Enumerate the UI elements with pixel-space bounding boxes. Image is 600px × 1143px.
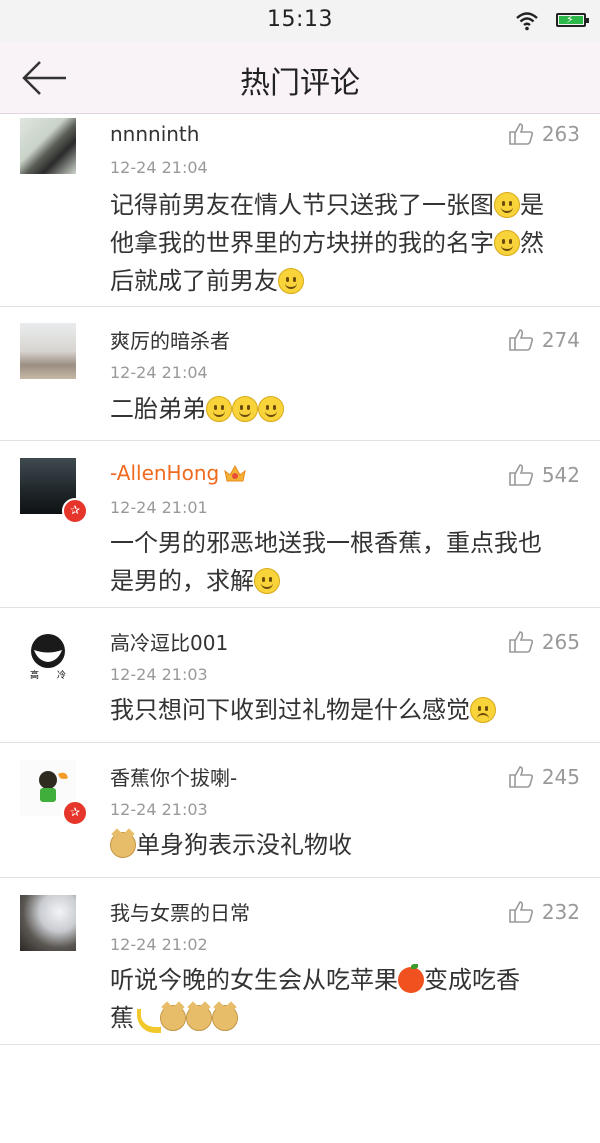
comment-time: 12-24 21:04: [110, 158, 208, 177]
comment-item: 高 冷 高冷逗比001 12-24 21:03 265 我只想问下收到过礼物是什…: [0, 608, 600, 743]
thumbs-up-icon: [509, 464, 533, 486]
comment-item: ✰ -AllenHong 12-24 21:01 542 一个男的邪恶地送我一根…: [0, 441, 600, 608]
avatar[interactable]: 高 冷: [20, 625, 76, 681]
verified-badge-icon: ✰: [62, 498, 88, 524]
title-bar: 热门评论: [0, 42, 600, 114]
username[interactable]: nnnninth: [110, 122, 199, 146]
comment-list: nnnninth 12-24 21:04 263 记得前男友在情人节只送我了一张…: [0, 114, 600, 1045]
page-title: 热门评论: [240, 66, 360, 101]
sad-emoji-icon: [470, 697, 496, 723]
like-button[interactable]: 245: [508, 765, 580, 789]
doge-emoji-icon: [186, 1005, 212, 1031]
avatar[interactable]: [20, 895, 76, 951]
comment-text: 记得前男友在情人节只送我了一张图是 他拿我的世界里的方块拼的我的名字然 后就成了…: [110, 191, 544, 295]
comment-text: 我只想问下收到过礼物是什么感觉: [110, 691, 570, 729]
avatar[interactable]: ✰: [20, 760, 88, 826]
comment-item: nnnninth 12-24 21:04 263 记得前男友在情人节只送我了一张…: [0, 114, 600, 307]
like-count: 265: [541, 630, 580, 654]
thumbs-up-icon: [509, 631, 533, 653]
svg-text:冷: 冷: [57, 669, 66, 681]
avatar[interactable]: [20, 323, 76, 379]
smile-emoji-icon: [258, 396, 284, 422]
thumbs-up-icon: [509, 329, 533, 351]
like-button[interactable]: 265: [508, 630, 580, 654]
comment-time: 12-24 21:02: [110, 935, 208, 954]
username[interactable]: -AllenHong: [110, 461, 247, 485]
like-count: 542: [541, 463, 580, 487]
username[interactable]: 高冷逗比001: [110, 627, 228, 656]
thumbs-up-icon: [509, 766, 533, 788]
avatar[interactable]: [20, 118, 76, 174]
comment-item: ✰ 香蕉你个拔喇- 12-24 21:03 245 单身狗表示没礼物收: [0, 743, 600, 878]
comment-item: 我与女票的日常 12-24 21:02 232 听说今晚的女生会从吃苹果 变成吃香…: [0, 878, 600, 1045]
status-bar: 15:13 ⚡: [0, 0, 600, 42]
thumbs-up-icon: [509, 901, 533, 923]
smile-emoji-icon: [254, 568, 280, 594]
doge-emoji-icon: [212, 1005, 238, 1031]
like-button[interactable]: 274: [508, 328, 580, 352]
battery-icon: ⚡: [556, 13, 589, 27]
status-time: 15:13: [267, 7, 333, 32]
banana-emoji-icon: [134, 1005, 161, 1033]
username[interactable]: 爽厉的暗杀者: [110, 325, 230, 354]
comment-item: 爽厉的暗杀者 12-24 21:04 274 二胎弟弟: [0, 307, 600, 441]
like-button[interactable]: 542: [508, 463, 580, 487]
avatar[interactable]: ✰: [20, 458, 88, 524]
comment-time: 12-24 21:03: [110, 665, 208, 684]
like-button[interactable]: 263: [508, 122, 580, 146]
like-button[interactable]: 232: [508, 900, 580, 924]
apple-emoji-icon: [398, 964, 424, 993]
wifi-icon: [516, 12, 538, 31]
comment-text: 单身狗表示没礼物收: [110, 826, 570, 864]
smile-emoji-icon: [206, 396, 232, 422]
avatar-image: 高 冷: [20, 625, 76, 681]
comment-text: 听说今晚的女生会从吃苹果 变成吃香 蕉: [110, 964, 520, 1033]
like-count: 232: [541, 900, 580, 924]
like-count: 274: [541, 328, 580, 352]
crown-badge-icon: [224, 464, 246, 482]
comment-text: 一个男的邪恶地送我一根香蕉，重点我也 是男的，求解: [110, 529, 542, 595]
smile-emoji-icon: [232, 396, 258, 422]
username[interactable]: 我与女票的日常: [110, 897, 250, 926]
doge-emoji-icon: [110, 832, 136, 858]
comment-time: 12-24 21:01: [110, 498, 208, 517]
svg-text:高: 高: [30, 669, 39, 681]
comment-time: 12-24 21:03: [110, 800, 208, 819]
comment-time: 12-24 21:04: [110, 363, 208, 382]
smile-emoji-icon: [494, 230, 520, 256]
verified-badge-icon: ✰: [62, 800, 88, 826]
like-count: 263: [541, 122, 580, 146]
thumbs-up-icon: [509, 123, 533, 145]
like-count: 245: [541, 765, 580, 789]
comment-text: 二胎弟弟: [110, 390, 570, 428]
username[interactable]: 香蕉你个拔喇-: [110, 762, 237, 791]
smile-emoji-icon: [494, 192, 520, 218]
doge-emoji-icon: [160, 1005, 186, 1031]
smile-emoji-icon: [278, 268, 304, 294]
